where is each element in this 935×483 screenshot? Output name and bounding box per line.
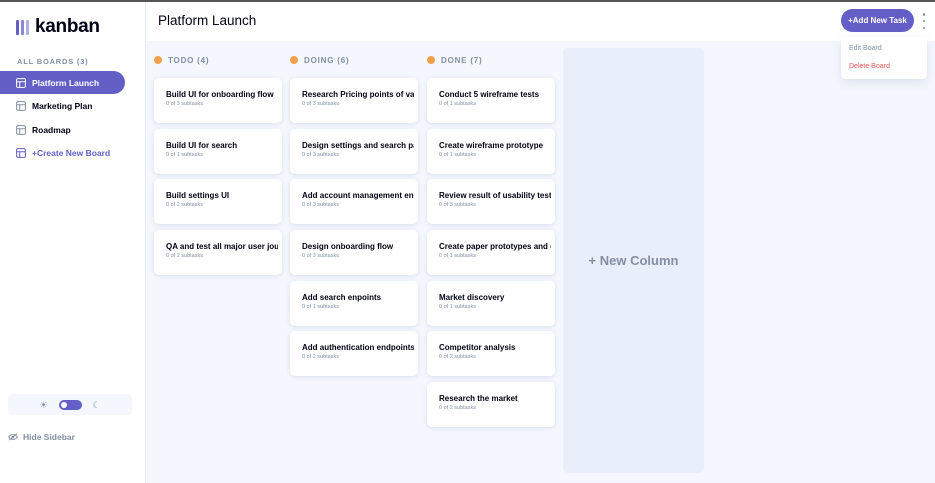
column-title: TODO (4) bbox=[168, 55, 210, 65]
task-card[interactable]: Competitor analysis 0 of 2 subtasks bbox=[427, 331, 555, 377]
board-options-menu: Edit Board Delete Board bbox=[841, 37, 927, 79]
task-card[interactable]: Research the market 0 of 2 subtasks bbox=[427, 382, 555, 428]
subtask-count: 0 of 3 subtasks bbox=[302, 202, 339, 209]
task-title: Create paper prototypes and conduct 10 u… bbox=[439, 242, 551, 252]
column-status-dot bbox=[154, 56, 162, 64]
column-status-dot bbox=[290, 56, 298, 64]
task-title: Competitor analysis bbox=[439, 343, 516, 353]
column-header: DOING (6) bbox=[290, 54, 418, 66]
task-card[interactable]: Add search enpoints 0 of 1 subtasks bbox=[290, 280, 418, 326]
column-header: DONE (7) bbox=[427, 54, 555, 66]
all-boards-heading: ALL BOARDS (3) bbox=[17, 57, 89, 66]
delete-board-button[interactable]: Delete Board bbox=[849, 63, 890, 70]
column-status-dot bbox=[427, 56, 435, 64]
column-header: TODO (4) bbox=[154, 54, 282, 66]
moon-icon: ☾ bbox=[92, 399, 101, 410]
task-card[interactable]: Build UI for search 0 of 1 subtasks bbox=[154, 128, 282, 174]
hide-sidebar-button[interactable]: Hide Sidebar bbox=[8, 432, 75, 442]
subtask-count: 0 of 2 subtasks bbox=[166, 202, 203, 209]
task-card[interactable]: QA and test all major user journeys0 of … bbox=[154, 230, 282, 276]
theme-switch[interactable] bbox=[58, 399, 82, 410]
task-title: Market discovery bbox=[439, 292, 505, 302]
task-card[interactable]: Market discovery 0 of 1 subtasks bbox=[427, 280, 555, 326]
task-card[interactable]: Create wireframe prototype 0 of 1 subtask… bbox=[427, 128, 555, 174]
new-column-button[interactable]: + New Column bbox=[563, 48, 704, 473]
task-title: Build settings UI bbox=[166, 191, 230, 201]
subtask-count: 0 of 3 subtasks bbox=[302, 151, 339, 158]
column-title: DOING (6) bbox=[304, 55, 350, 65]
subtask-count: 0 of 1 subtasks bbox=[439, 253, 476, 260]
eye-slash-icon bbox=[8, 433, 18, 441]
task-card[interactable]: Create paper prototypes and conduct 10 u… bbox=[427, 230, 555, 276]
page-title: Platform Launch bbox=[158, 13, 257, 28]
logo: kanban bbox=[16, 16, 100, 38]
sidebar: kanban ALL BOARDS (3) Platform Launch Ma… bbox=[0, 2, 146, 483]
task-card[interactable]: Design settings and search pages0 of 3 s… bbox=[290, 128, 418, 174]
task-title: Research the market bbox=[439, 394, 518, 404]
task-title: Design onboarding flow bbox=[302, 242, 394, 252]
task-title: Build UI for onboarding flow bbox=[166, 90, 274, 99]
subtask-count: 0 of 1 subtasks bbox=[302, 303, 339, 310]
task-title: Create wireframe prototype bbox=[439, 140, 544, 150]
subtask-count: 0 of 3 subtasks bbox=[439, 202, 476, 209]
subtask-count: 0 of 3 subtasks bbox=[302, 253, 339, 260]
task-card[interactable]: Add authentication endpoints 0 of 2 subta… bbox=[290, 331, 418, 377]
task-title: Research Pricing points of various compe… bbox=[302, 90, 414, 99]
sidebar-item-label: Platform Launch bbox=[32, 77, 100, 88]
sidebar-item-roadmap[interactable]: Roadmap bbox=[0, 118, 125, 141]
add-new-task-button[interactable]: +Add New Task bbox=[841, 9, 914, 32]
board-menu-icon[interactable] bbox=[920, 13, 928, 29]
subtask-count: 0 of 2 subtasks bbox=[439, 354, 476, 361]
theme-toggle: ☀ ☾ bbox=[8, 394, 132, 415]
task-card[interactable]: Build UI for onboarding flow 0 of 3 subta… bbox=[154, 78, 282, 123]
sidebar-item-marketing-plan[interactable]: Marketing Plan bbox=[0, 95, 125, 118]
task-title: QA and test all major user journeys bbox=[166, 242, 278, 252]
task-title: Add authentication endpoints bbox=[302, 343, 414, 353]
header: Platform Launch +Add New Task bbox=[146, 2, 935, 41]
subtask-count: 0 of 2 subtasks bbox=[439, 405, 476, 412]
sidebar-item-label: Roadmap bbox=[32, 124, 71, 135]
create-board-label: +Create New Board bbox=[32, 148, 111, 158]
task-card[interactable]: Review result of usability tests and ite… bbox=[427, 179, 555, 225]
task-title: Review result of usability tests and ite… bbox=[439, 191, 551, 201]
task-title: Conduct 5 wireframe tests bbox=[439, 90, 540, 99]
board-icon bbox=[16, 148, 26, 158]
board-icon bbox=[16, 77, 26, 88]
task-title: Add search enpoints bbox=[302, 292, 382, 302]
board-icon bbox=[16, 124, 26, 135]
subtask-count: 0 of 2 subtasks bbox=[302, 354, 339, 361]
task-card[interactable]: Add account management endpoints0 of 3 s… bbox=[290, 179, 418, 225]
subtask-count: 0 of 1 subtasks bbox=[166, 151, 203, 158]
subtask-count: 0 of 1 subtasks bbox=[439, 303, 476, 310]
kanban-logo-icon bbox=[16, 19, 29, 35]
column-doing: DOING (6) Research Pricing points of var… bbox=[290, 54, 418, 377]
task-title: Add account management endpoints bbox=[302, 191, 414, 201]
board-list: Platform Launch Marketing Plan Roadmap +… bbox=[0, 71, 125, 165]
column-done: DONE (7) Conduct 5 wireframe tests 0 of 1… bbox=[427, 54, 555, 428]
card-list: Build UI for onboarding flow 0 of 3 subta… bbox=[154, 78, 282, 281]
card-list: Conduct 5 wireframe tests 0 of 1 subtasks… bbox=[427, 78, 555, 433]
task-title: Build UI for search bbox=[166, 140, 238, 150]
subtask-count: 0 of 2 subtasks bbox=[166, 253, 203, 260]
task-card[interactable]: Build settings UI 0 of 2 subtasks bbox=[154, 179, 282, 225]
hide-sidebar-label: Hide Sidebar bbox=[23, 432, 75, 442]
task-card[interactable]: Design onboarding flow 0 of 3 subtasks bbox=[290, 230, 418, 276]
sidebar-item-platform-launch[interactable]: Platform Launch bbox=[0, 71, 125, 94]
sidebar-item-label: Marketing Plan bbox=[32, 101, 93, 111]
column-title: DONE (7) bbox=[441, 55, 483, 65]
subtask-count: 0 of 1 subtasks bbox=[439, 151, 476, 158]
subtask-count: 0 of 3 subtasks bbox=[166, 101, 203, 107]
task-card[interactable]: Conduct 5 wireframe tests 0 of 1 subtasks bbox=[427, 78, 555, 123]
card-list: Research Pricing points of various compe… bbox=[290, 78, 418, 382]
column-todo: TODO (4) Build UI for onboarding flow 0 o… bbox=[154, 54, 282, 276]
board-icon bbox=[16, 101, 26, 111]
subtask-count: 0 of 1 subtasks bbox=[439, 101, 476, 107]
create-new-board-button[interactable]: +Create New Board bbox=[0, 142, 125, 165]
task-title: Design settings and search pages bbox=[302, 140, 414, 150]
task-card[interactable]: Research Pricing points of various compe… bbox=[290, 78, 418, 123]
subtask-count: 0 of 3 subtasks bbox=[302, 101, 339, 107]
edit-board-button[interactable]: Edit Board bbox=[849, 45, 882, 52]
logo-text: kanban bbox=[35, 16, 100, 37]
sun-icon: ☀ bbox=[39, 399, 48, 410]
